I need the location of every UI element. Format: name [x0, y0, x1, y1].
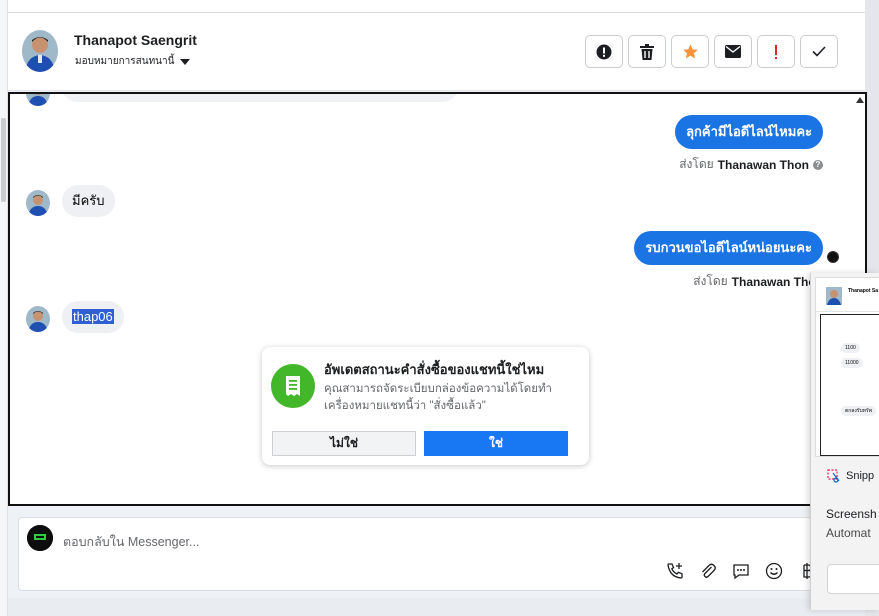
- thumbnail-header: Thanapot Sa: [816, 278, 879, 312]
- thumbnail-chat-frame: 1100 11000 ตกลงรับทรัพ: [820, 314, 879, 456]
- thumbnail-message: ตกลงรับทรัพ: [841, 406, 876, 416]
- notification-title: Screensh: [826, 507, 877, 521]
- saved-reply-icon[interactable]: [731, 561, 751, 581]
- delete-button[interactable]: [628, 35, 666, 68]
- sent-by-name: Thanawan Thon: [717, 157, 809, 172]
- contact-name: Thanapot Saengrit: [74, 32, 197, 48]
- page-avatar: [27, 525, 53, 551]
- sent-by-prefix: ส่งโดย: [679, 157, 714, 171]
- mark-unread-button[interactable]: [714, 35, 752, 68]
- contact-avatar[interactable]: [22, 30, 58, 72]
- reply-input[interactable]: ตอบกลับใน Messenger...: [63, 532, 199, 552]
- paperclip-icon[interactable]: [698, 561, 718, 581]
- exclamation-icon: [775, 44, 777, 59]
- screenshot-thumbnail[interactable]: Thanapot Sa 1100 11000 ตกลงรับทรัพ: [815, 277, 879, 457]
- header-actions: [585, 35, 838, 68]
- order-status-prompt: อัพเดตสถานะคำสั่งซื้อของแชทนี้ใช่ไหม คุณ…: [262, 347, 589, 465]
- message-bubble-outgoing[interactable]: รบกวนขอไอดีไลน์หน่อยนะคะ: [634, 231, 823, 265]
- snipping-app-name: Snipp: [846, 470, 875, 482]
- star-icon: [682, 44, 698, 59]
- no-button[interactable]: ไม่ใช่: [272, 431, 416, 456]
- follow-up-button[interactable]: [757, 35, 795, 68]
- bottom-band: [8, 598, 865, 616]
- reply-composer: ตอบกลับใน Messenger...: [18, 517, 818, 591]
- assign-label: มอบหมายการสนทนานี้: [75, 56, 175, 67]
- thumbnail-contact-name: Thanapot Sa: [848, 288, 879, 294]
- prompt-title: อัพเดตสถานะคำสั่งซื้อของแชทนี้ใช่ไหม: [324, 362, 545, 377]
- sent-by-label: ส่งโดย Thanawan Thon: [693, 272, 823, 291]
- star-button[interactable]: [671, 35, 709, 68]
- question-icon[interactable]: ?: [813, 159, 823, 170]
- left-scrollbar[interactable]: [0, 0, 8, 616]
- check-icon: [812, 46, 826, 57]
- thumbnail-message: 1100: [841, 343, 860, 353]
- conversation-header: Thanapot Saengrit มอบหมายการสนทนานี้: [8, 13, 865, 91]
- add-call-icon[interactable]: [665, 561, 685, 581]
- sent-by-prefix: ส่งโดย: [693, 274, 728, 288]
- mark-spam-button[interactable]: [585, 35, 623, 68]
- seen-avatar-icon: [827, 251, 839, 263]
- mark-done-button[interactable]: [800, 35, 838, 68]
- contact-avatar-small[interactable]: [26, 190, 50, 216]
- top-bar: [8, 0, 865, 13]
- scissors-icon: [827, 469, 840, 483]
- contact-avatar-small[interactable]: [26, 306, 50, 332]
- snipping-tool-notification[interactable]: Thanapot Sa 1100 11000 ตกลงรับทรัพ Snipp…: [810, 273, 879, 610]
- message-thread[interactable]: ลุกค้ามีไอดีไลน์ไหมคะ ส่งโดย Thanawan Th…: [8, 92, 867, 506]
- prompt-description: คุณสามารถจัดระเบียบกล่องข้อความได้โดยทำเ…: [324, 383, 553, 412]
- trash-icon: [640, 43, 654, 60]
- snipping-app-row: Snipp: [827, 469, 874, 483]
- chevron-down-icon: [180, 58, 191, 65]
- assign-conversation-dropdown[interactable]: มอบหมายการสนทนานี้: [75, 54, 191, 69]
- selected-text[interactable]: thap06: [72, 309, 114, 324]
- left-scrollbar-thumb[interactable]: [1, 118, 6, 202]
- message-bubble-incoming[interactable]: มีครับ: [62, 185, 115, 217]
- alert-circle-icon: [596, 44, 612, 59]
- composer-toolbar: [665, 561, 817, 581]
- receipt-icon: [271, 364, 315, 408]
- message-bubble-partial: [62, 94, 458, 102]
- contact-avatar-small: [26, 94, 50, 106]
- yes-button[interactable]: ใช่: [424, 431, 568, 456]
- thumbnail-message: 11000: [841, 358, 863, 368]
- mail-icon: [725, 45, 741, 58]
- page: Thanapot Saengrit มอบหมายการสนทนานี้ ลุก…: [0, 0, 879, 616]
- emoji-icon[interactable]: [764, 561, 784, 581]
- notification-action-button[interactable]: [827, 564, 879, 594]
- message-bubble-outgoing[interactable]: ลุกค้ามีไอดีไลน์ไหมคะ: [675, 115, 823, 149]
- message-bubble-incoming[interactable]: thap06: [62, 301, 124, 333]
- scroll-up-arrow-icon[interactable]: [856, 97, 864, 103]
- sent-by-label: ส่งโดย Thanawan Thon ?: [679, 155, 823, 174]
- notification-body: Automat: [826, 526, 871, 540]
